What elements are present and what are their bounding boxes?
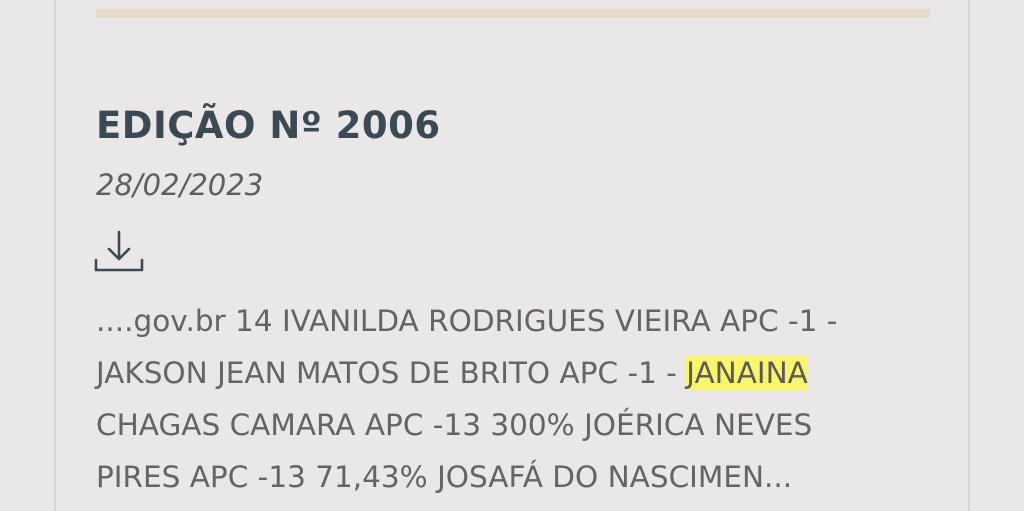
excerpt-line: CHAGAS CAMARA APC -13 300% JOÉRICA NEVES (96, 408, 813, 442)
excerpt-line: ....gov.br 14 IVANILDA RODRIGUES VIEIRA … (96, 304, 838, 338)
download-button[interactable] (94, 228, 146, 276)
search-result-excerpt: ....gov.br 14 IVANILDA RODRIGUES VIEIRA … (96, 295, 956, 503)
download-icon (94, 230, 144, 272)
page: EDIÇÃO Nº 2006 28/02/2023 ....gov.br 14 … (0, 0, 1024, 511)
edition-date: 28/02/2023 (96, 168, 264, 202)
excerpt-text: JAKSON JEAN MATOS DE BRITO APC -1 - (96, 356, 687, 390)
card-top-divider (96, 9, 930, 18)
excerpt-line: PIRES APC -13 71,43% JOSAFÁ DO NASCIMEN.… (96, 460, 793, 494)
edition-title[interactable]: EDIÇÃO Nº 2006 (96, 104, 441, 147)
search-term-highlight: JANAINA (686, 356, 808, 390)
excerpt-line: JAKSON JEAN MATOS DE BRITO APC -1 - JANA… (96, 347, 956, 399)
